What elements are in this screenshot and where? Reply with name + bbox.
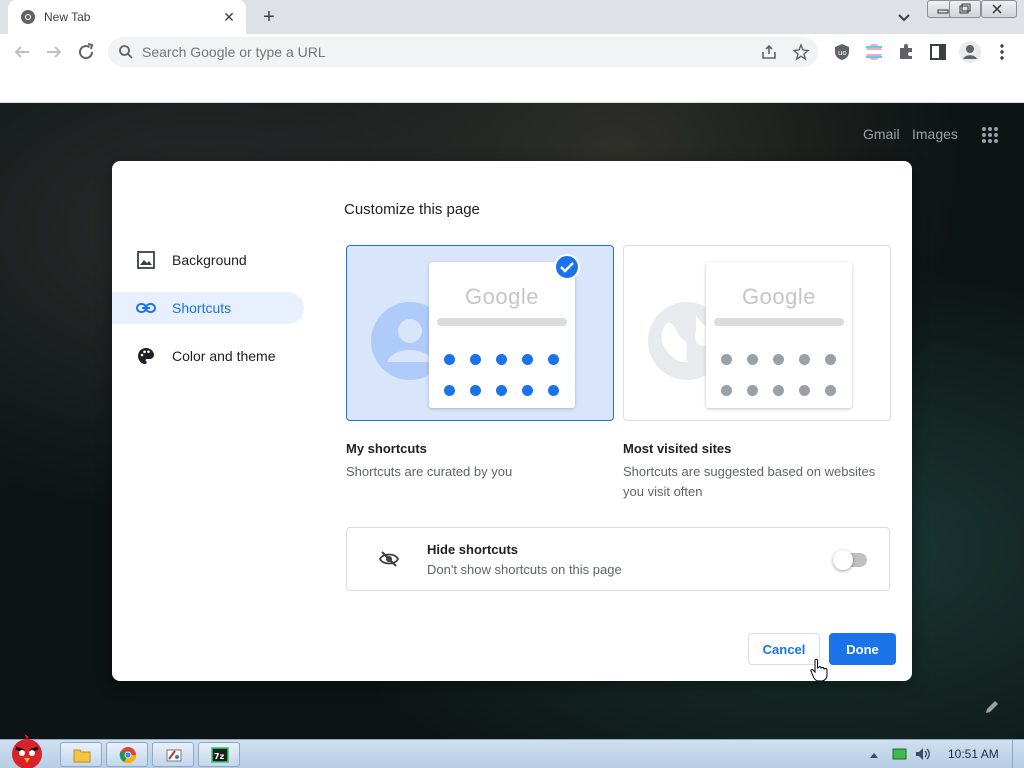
eye-off-icon [378,550,400,571]
close-window-button[interactable] [981,0,1017,18]
gmail-link[interactable]: Gmail [863,126,900,142]
paint-icon [165,746,183,764]
shortcut-dot [444,354,455,365]
taskbar-chrome-button[interactable] [106,742,148,767]
google-logo: Google [465,284,539,309]
my-shortcuts-title: My shortcuts [346,441,427,456]
shortcut-dot [522,385,533,396]
7zip-icon: 7z [211,746,229,764]
shortcut-dot [470,385,481,396]
svg-text:7z: 7z [214,752,225,761]
nav-item-label: Color and theme [172,348,276,364]
shortcut-dot [773,354,784,365]
my-shortcuts-desc: Shortcuts are curated by you [346,464,513,479]
shortcut-dot [825,354,836,365]
tab-strip: New Tab ✕ + [0,0,1024,34]
extensions-puzzle-icon[interactable] [896,42,916,62]
most-visited-title: Most visited sites [623,441,732,456]
extension-flag-icon[interactable] [864,42,884,62]
shortcut-dot [747,385,758,396]
nav-item-shortcuts[interactable]: Shortcuts [112,292,304,324]
back-arrow-icon[interactable] [10,40,34,64]
hand-cursor-icon [810,658,828,682]
search-icon [118,44,134,63]
most-visited-desc-line-2: you visit often [623,484,703,499]
shortcut-dot [773,385,784,396]
close-tab-icon[interactable]: ✕ [220,8,238,26]
hide-shortcuts-row[interactable]: Hide shortcuts Don't show shortcuts on t… [346,527,890,591]
hide-shortcuts-desc: Don't show shortcuts on this page [427,562,622,577]
chrome-icon [20,9,36,25]
images-link[interactable]: Images [912,126,958,142]
show-desktop-button[interactable] [1012,740,1024,768]
tab-new-tab[interactable]: New Tab ✕ [8,0,246,34]
more-menu-icon[interactable] [994,42,1014,62]
search-bar-placeholder [714,318,844,326]
hide-shortcuts-toggle[interactable] [833,550,867,570]
browser-toolbar: uo [0,34,1024,70]
apps-grid-icon[interactable] [981,126,999,144]
omnibox[interactable] [108,37,818,67]
share-icon[interactable] [760,43,778,61]
most-visited-desc-line-1: Shortcuts are suggested based on website… [623,464,876,479]
google-logo: Google [742,284,816,309]
link-icon [136,299,156,317]
address-input[interactable] [142,37,742,67]
taskbar-7zip-button[interactable]: 7z [198,742,240,767]
hide-shortcuts-title: Hide shortcuts [427,542,519,557]
bookmark-star-icon[interactable] [792,43,810,61]
dialog-title: Customize this page [344,201,480,218]
checkmark-icon [554,254,580,280]
shortcut-dot [721,354,732,365]
side-panel-icon[interactable] [928,42,948,62]
volume-icon[interactable] [914,746,932,765]
shortcuts-preview-card: Google [429,262,575,408]
profile-avatar-icon[interactable] [958,40,982,64]
reload-icon[interactable] [74,40,98,64]
folder-icon [73,746,91,764]
shortcut-dot [496,354,507,365]
shortcut-dot [548,354,559,365]
network-status-icon[interactable] [892,746,908,765]
done-button[interactable]: Done [829,633,896,665]
bookmark-bar [0,70,1024,103]
taskbar-explorer-button[interactable] [60,742,102,767]
search-bar-placeholder [437,318,567,326]
nav-item-label: Shortcuts [172,300,232,316]
shortcut-dot [799,354,810,365]
nav-item-color-and-theme[interactable]: Color and theme [112,340,304,372]
chrome-icon [119,746,137,764]
svg-text:uo: uo [838,49,847,57]
most-visited-option[interactable]: Google [623,245,891,421]
restore-button[interactable] [949,0,981,18]
shortcut-dot [496,385,507,396]
start-button-angry-bird-icon[interactable] [2,732,52,768]
my-shortcuts-option[interactable]: Google [346,245,614,421]
nav-item-background[interactable]: Background [112,244,304,276]
palette-icon [136,347,156,365]
customize-dialog: Background Shortcuts Color and theme Cus… [112,161,912,681]
shortcut-dot [548,385,559,396]
new-tab-button[interactable]: + [258,6,280,28]
shortcut-dot [747,354,758,365]
image-icon [136,251,156,269]
taskbar-clock[interactable]: 10:51 AM [948,747,999,761]
tab-search-chevron-icon[interactable] [893,6,915,28]
forward-arrow-icon[interactable] [42,40,66,64]
customize-pencil-icon[interactable] [984,699,1000,715]
shortcut-dot [470,354,481,365]
shortcut-dot [721,385,732,396]
taskbar-paint-button[interactable] [152,742,194,767]
shortcut-dot [825,385,836,396]
ublock-shield-icon[interactable]: uo [832,42,852,62]
nav-item-label: Background [172,252,247,268]
most-visited-preview-card: Google [706,262,852,408]
tab-title: New Tab [44,10,91,24]
windows-taskbar: 7z 10:51 AM [0,734,1024,768]
shortcut-dot [522,354,533,365]
toggle-knob [833,550,853,570]
shortcut-dot [444,385,455,396]
show-hidden-icons-arrow-icon[interactable] [868,748,880,763]
shortcut-dot [799,385,810,396]
